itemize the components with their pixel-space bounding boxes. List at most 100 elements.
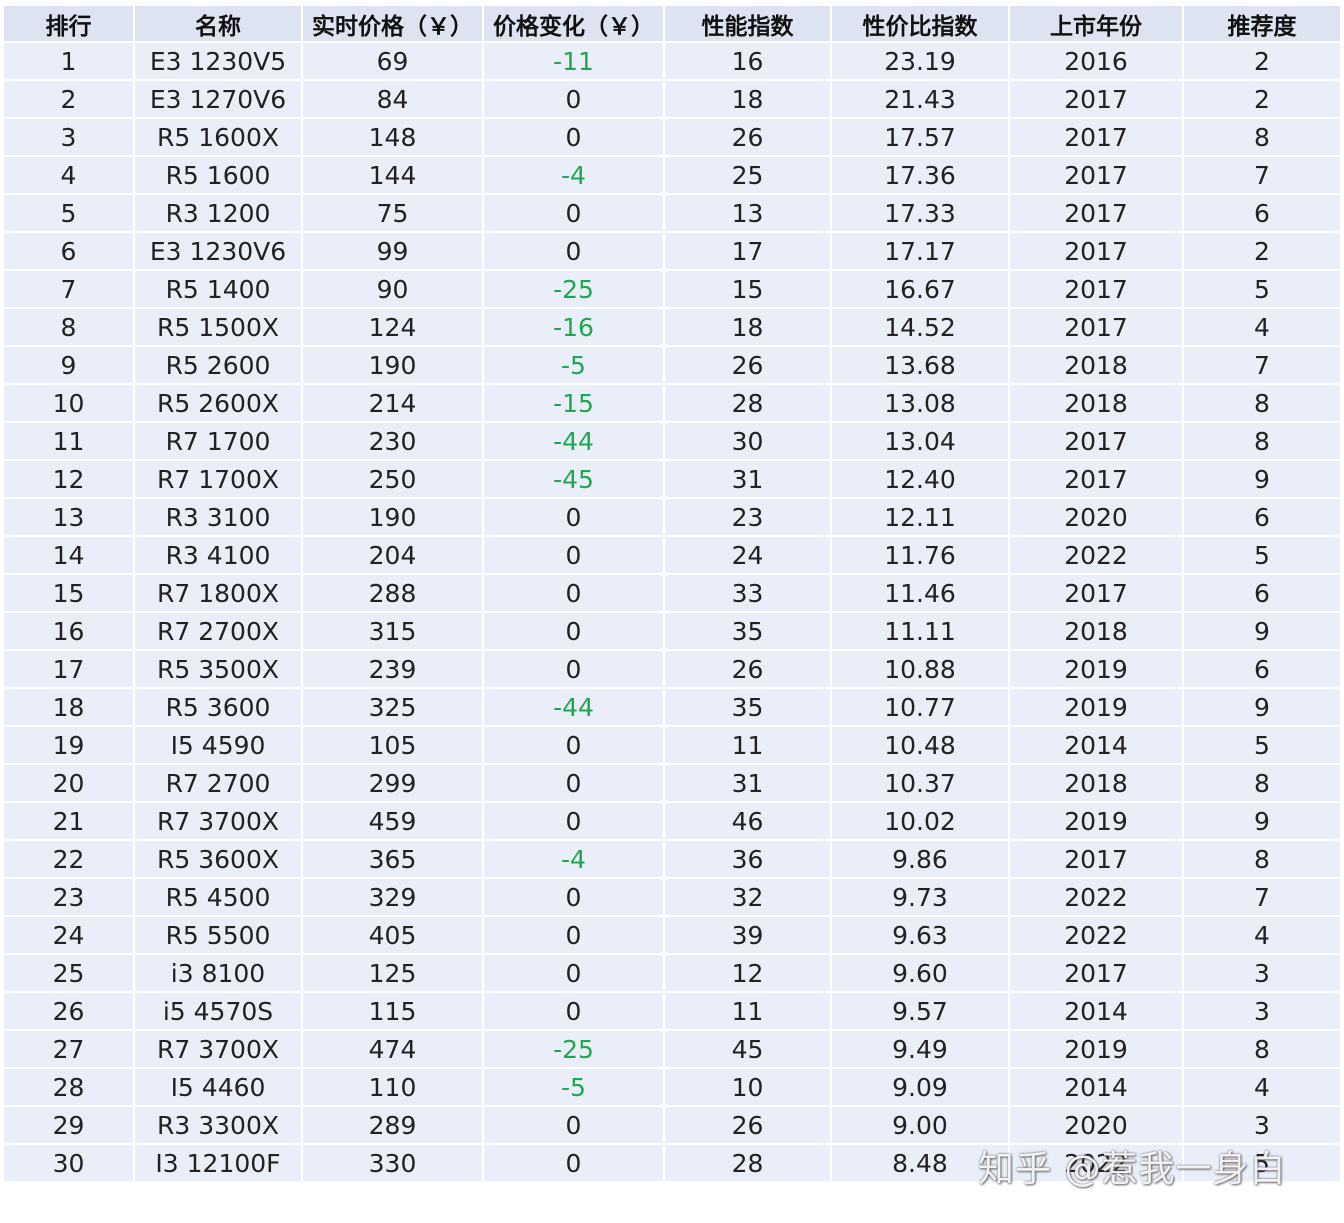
table-cell: I5 4590 <box>135 727 301 763</box>
table-cell: 2017 <box>1010 195 1182 231</box>
table-cell: E3 1270V6 <box>135 81 301 117</box>
table-cell: 35 <box>665 689 830 725</box>
table-cell: R3 3100 <box>135 499 301 535</box>
table-cell: 10.88 <box>832 651 1008 687</box>
table-cell: 2014 <box>1010 993 1182 1029</box>
table-cell: 6 <box>1184 575 1340 611</box>
table-cell: 365 <box>303 841 482 877</box>
table-cell: -5 <box>484 1069 663 1105</box>
table-cell: R5 3500X <box>135 651 301 687</box>
table-cell: 288 <box>303 575 482 611</box>
table-cell: 27 <box>4 1031 133 1067</box>
table-cell: 45 <box>665 1031 830 1067</box>
table-cell: -45 <box>484 461 663 497</box>
table-cell: 2019 <box>1010 651 1182 687</box>
table-row: 16 R7 2700X 315 0 35 11.11 2018 9 <box>4 613 1340 649</box>
table-cell: 2 <box>1184 43 1340 79</box>
table-cell: 3 <box>4 119 133 155</box>
table-cell: 289 <box>303 1107 482 1143</box>
table-row: 12 R7 1700X 250 -45 31 12.40 2017 9 <box>4 461 1340 497</box>
table-row: 27 R7 3700X 474 -25 45 9.49 2019 8 <box>4 1031 1340 1067</box>
table-cell: 39 <box>665 917 830 953</box>
table-row: 15 R7 1800X 288 0 33 11.46 2017 6 <box>4 575 1340 611</box>
table-cell: E3 1230V6 <box>135 233 301 269</box>
table-cell: 4 <box>1184 309 1340 345</box>
table-cell: 6 <box>4 233 133 269</box>
table-row: 11 R7 1700 230 -44 30 13.04 2017 8 <box>4 423 1340 459</box>
column-header: 价格变化（￥） <box>484 6 663 41</box>
table-cell: 2019 <box>1010 689 1182 725</box>
table-cell: 84 <box>303 81 482 117</box>
table-cell: 16 <box>665 43 830 79</box>
table-cell: 2017 <box>1010 119 1182 155</box>
column-header: 推荐度 <box>1184 6 1340 41</box>
table-cell: 2022 <box>1010 879 1182 915</box>
table-cell: 0 <box>484 119 663 155</box>
table-cell: 405 <box>303 917 482 953</box>
table-row: 17 R5 3500X 239 0 26 10.88 2019 6 <box>4 651 1340 687</box>
table-cell: R5 1600 <box>135 157 301 193</box>
table-cell: 9.63 <box>832 917 1008 953</box>
table-cell: 2017 <box>1010 233 1182 269</box>
table-cell: R3 1200 <box>135 195 301 231</box>
column-header: 名称 <box>135 6 301 41</box>
table-cell: 9.57 <box>832 993 1008 1029</box>
table-cell: 8 <box>1184 119 1340 155</box>
table-cell: R3 4100 <box>135 537 301 573</box>
table-cell: 1 <box>4 43 133 79</box>
table-cell: I3 12100F <box>135 1145 301 1181</box>
table-cell: 7 <box>1184 347 1340 383</box>
table-cell: 9.60 <box>832 955 1008 991</box>
table-cell: 17.36 <box>832 157 1008 193</box>
table-cell: 2017 <box>1010 841 1182 877</box>
table-cell: 26 <box>665 119 830 155</box>
table-cell: 2020 <box>1010 499 1182 535</box>
table-row: 21 R7 3700X 459 0 46 10.02 2019 9 <box>4 803 1340 839</box>
table-cell: 190 <box>303 499 482 535</box>
table-cell: 0 <box>484 803 663 839</box>
table-row: 19 I5 4590 105 0 11 10.48 2014 5 <box>4 727 1340 763</box>
table-cell: 17.57 <box>832 119 1008 155</box>
table-cell: 8.48 <box>832 1145 1008 1181</box>
table-cell: 32 <box>665 879 830 915</box>
table-cell: 6 <box>1184 195 1340 231</box>
table-cell: 2017 <box>1010 309 1182 345</box>
table-cell: 2016 <box>1010 43 1182 79</box>
table-cell: 11.11 <box>832 613 1008 649</box>
table-cell: 3 <box>1184 993 1340 1029</box>
table-cell: R5 1400 <box>135 271 301 307</box>
table-cell: 10 <box>4 385 133 421</box>
table-cell: 8 <box>4 309 133 345</box>
table-cell: 9.49 <box>832 1031 1008 1067</box>
table-row: 23 R5 4500 329 0 32 9.73 2022 7 <box>4 879 1340 915</box>
table-cell: 0 <box>484 81 663 117</box>
table-cell: 23 <box>4 879 133 915</box>
table-cell: 2018 <box>1010 613 1182 649</box>
table-cell: 2019 <box>1010 1031 1182 1067</box>
table-cell: R7 1700 <box>135 423 301 459</box>
table-row: 3 R5 1600X 148 0 26 17.57 2017 8 <box>4 119 1340 155</box>
table-row: 14 R3 4100 204 0 24 11.76 2022 5 <box>4 537 1340 573</box>
table-cell: 7 <box>1184 879 1340 915</box>
table-cell: 2017 <box>1010 575 1182 611</box>
table-cell: 17.33 <box>832 195 1008 231</box>
table-row: 7 R5 1400 90 -25 15 16.67 2017 5 <box>4 271 1340 307</box>
table-cell: 3 <box>1184 955 1340 991</box>
table-cell: 29 <box>4 1107 133 1143</box>
table-cell: 2018 <box>1010 385 1182 421</box>
table-cell: R7 3700X <box>135 1031 301 1067</box>
table-cell: 9.86 <box>832 841 1008 877</box>
table-cell: R7 1800X <box>135 575 301 611</box>
table-cell: 28 <box>665 385 830 421</box>
table-cell: 9.73 <box>832 879 1008 915</box>
table-cell: 30 <box>665 423 830 459</box>
table-cell: -44 <box>484 423 663 459</box>
table-cell: 11 <box>665 727 830 763</box>
table-cell: 17 <box>4 651 133 687</box>
table-cell: 330 <box>303 1145 482 1181</box>
table-row: 18 R5 3600 325 -44 35 10.77 2019 9 <box>4 689 1340 725</box>
table-cell: 14.52 <box>832 309 1008 345</box>
table-row: 25 i3 8100 125 0 12 9.60 2017 3 <box>4 955 1340 991</box>
table-cell: 0 <box>484 955 663 991</box>
table-cell: 10.02 <box>832 803 1008 839</box>
